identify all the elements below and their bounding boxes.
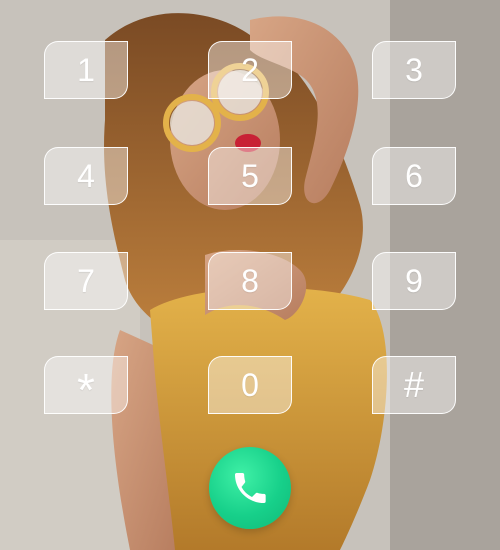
dial-key-star[interactable]: * [44, 356, 128, 414]
dial-key-3[interactable]: 3 [372, 41, 456, 99]
dial-key-9[interactable]: 9 [372, 252, 456, 310]
dial-key-2[interactable]: 2 [208, 41, 292, 99]
dial-key-0[interactable]: 0 [208, 356, 292, 414]
dial-key-hash[interactable]: # [372, 356, 456, 414]
dial-key-label: # [403, 364, 425, 405]
dial-key-7[interactable]: 7 [44, 252, 128, 310]
dial-key-8[interactable]: 8 [208, 252, 292, 310]
phone-icon [235, 473, 266, 503]
dial-key-label: 7 [77, 263, 95, 299]
dial-key-label: 6 [405, 158, 423, 194]
dial-key-label: 5 [241, 158, 259, 194]
dial-key-5[interactable]: 5 [208, 147, 292, 205]
dial-key-1[interactable]: 1 [44, 41, 128, 99]
dial-key-label: 4 [77, 158, 95, 194]
dial-key-label: 1 [77, 52, 95, 88]
dial-key-label: 0 [241, 367, 259, 403]
dial-key-label: 3 [405, 52, 423, 88]
dial-key-6[interactable]: 6 [372, 147, 456, 205]
dial-key-4[interactable]: 4 [44, 147, 128, 205]
dial-key-label: * [77, 364, 95, 416]
dial-key-label: 9 [405, 263, 423, 299]
dialer-screen: 1 2 3 4 5 6 7 8 9 * 0 # [0, 0, 500, 550]
call-button[interactable] [209, 447, 291, 529]
dial-key-label: 8 [241, 263, 259, 299]
dial-key-label: 2 [241, 52, 259, 88]
